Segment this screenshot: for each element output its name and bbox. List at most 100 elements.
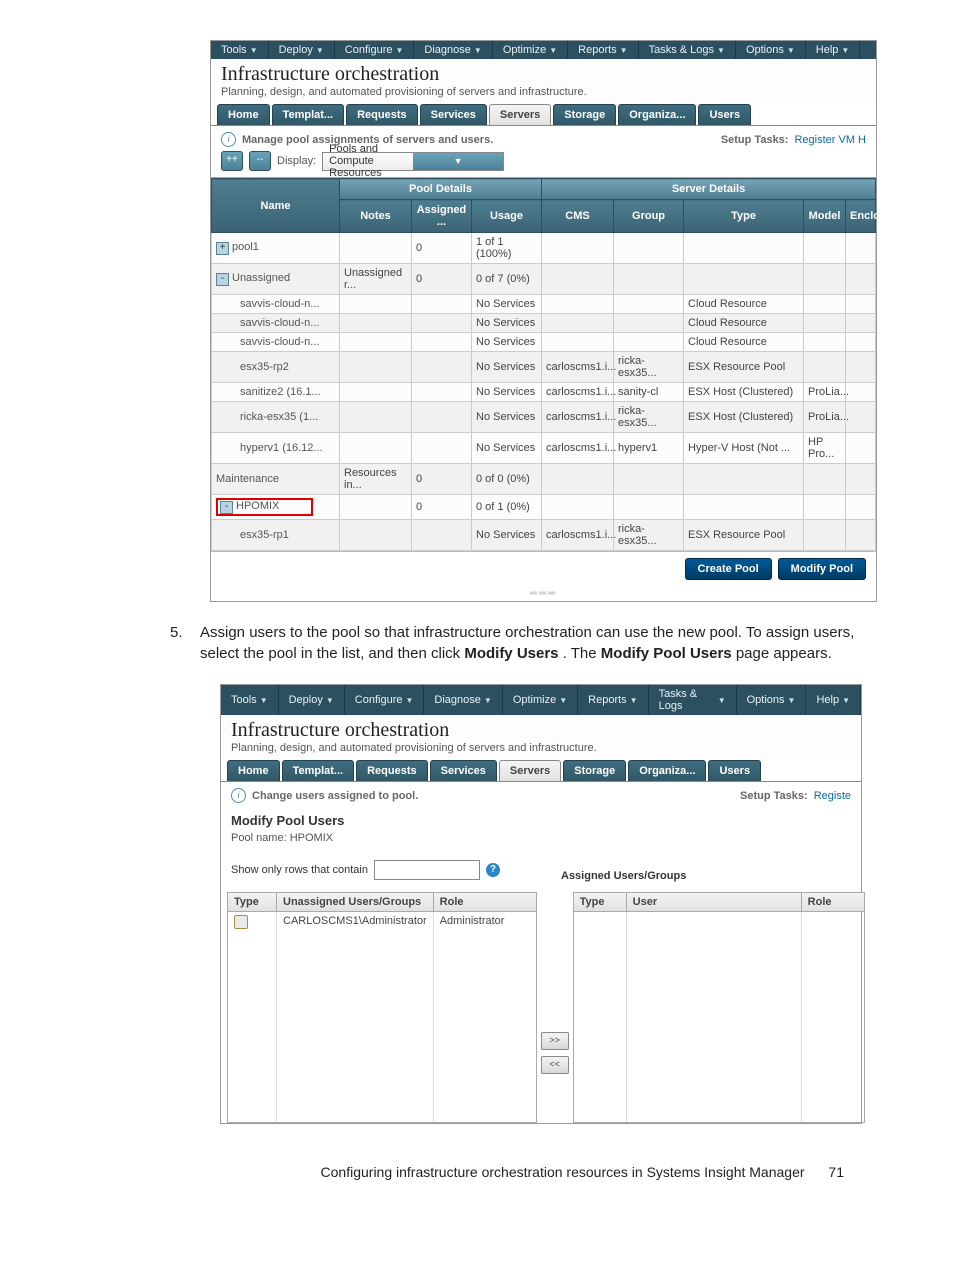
- tab-organiza[interactable]: Organiza...: [628, 760, 706, 781]
- col-type[interactable]: Type: [684, 200, 804, 233]
- page-subtitle: Planning, design, and automated provisio…: [221, 86, 866, 98]
- modify-pool-users-title: Modify Pool Users: [231, 811, 851, 830]
- table-row[interactable]: ricka-esx35 (1...No Servicescarloscms1.i…: [212, 402, 876, 433]
- dual-list: Type Unassigned Users/Groups Role CARLOS…: [221, 892, 861, 1123]
- chevron-down-icon: ▼: [413, 153, 503, 170]
- modify-pool-button[interactable]: Modify Pool: [778, 558, 866, 580]
- tab-templat[interactable]: Templat...: [282, 760, 355, 781]
- menu-diagnose[interactable]: Diagnose▼: [414, 41, 492, 59]
- register-vm-link[interactable]: Register VM H: [794, 134, 866, 146]
- menu-optimize[interactable]: Optimize▼: [493, 41, 568, 59]
- expand-all-button[interactable]: ++: [221, 151, 243, 171]
- tab-storage[interactable]: Storage: [553, 104, 616, 125]
- setup-label: Setup Tasks:: [740, 790, 808, 802]
- table-row[interactable]: -UnassignedUnassigned r...00 of 7 (0%): [212, 264, 876, 295]
- tab-users[interactable]: Users: [708, 760, 761, 781]
- tab-users[interactable]: Users: [698, 104, 751, 125]
- header: Infrastructure orchestration Planning, d…: [211, 59, 876, 104]
- page-title: Infrastructure orchestration: [221, 63, 866, 86]
- collapse-icon[interactable]: -: [220, 501, 233, 514]
- menu-configure[interactable]: Configure▼: [335, 41, 415, 59]
- table-row[interactable]: savvis-cloud-n...No ServicesCloud Resour…: [212, 314, 876, 333]
- table-row[interactable]: +pool101 of 1 (100%): [212, 233, 876, 264]
- menu-options[interactable]: Options▼: [736, 41, 806, 59]
- toolbar: ++ -- Display: Pools and Compute Resourc…: [211, 151, 876, 177]
- tab-services[interactable]: Services: [430, 760, 497, 781]
- tab-home[interactable]: Home: [217, 104, 270, 125]
- col-role[interactable]: Role: [434, 893, 536, 911]
- table-row[interactable]: esx35-rp2No Servicescarloscms1.i...ricka…: [212, 352, 876, 383]
- menu-reports[interactable]: Reports▼: [578, 685, 648, 715]
- table-row[interactable]: sanitize2 (16.1...No Servicescarloscms1.…: [212, 383, 876, 402]
- filter-input[interactable]: [374, 860, 480, 880]
- tab-servers[interactable]: Servers: [489, 104, 551, 125]
- col-role[interactable]: Role: [802, 893, 864, 911]
- menubar: Tools▼Deploy▼Configure▼Diagnose▼Optimize…: [221, 685, 861, 715]
- col-notes[interactable]: Notes: [340, 200, 412, 233]
- menu-optimize[interactable]: Optimize▼: [503, 685, 578, 715]
- menu-deploy[interactable]: Deploy▼: [279, 685, 345, 715]
- table-row[interactable]: -HPOMIX00 of 1 (0%): [212, 495, 876, 520]
- menubar: Tools▼Deploy▼Configure▼Diagnose▼Optimize…: [211, 41, 876, 59]
- move-left-button[interactable]: <<: [541, 1056, 569, 1074]
- table-row[interactable]: esx35-rp1No Servicescarloscms1.i...ricka…: [212, 520, 876, 551]
- info-bar: i Change users assigned to pool. Setup T…: [221, 782, 861, 807]
- col-unassigned[interactable]: Unassigned Users/Groups: [277, 893, 434, 911]
- info-message: Change users assigned to pool.: [252, 790, 740, 802]
- menu-options[interactable]: Options▼: [737, 685, 807, 715]
- collapse-icon[interactable]: -: [216, 273, 229, 286]
- col-cms[interactable]: CMS: [542, 200, 614, 233]
- tab-organiza[interactable]: Organiza...: [618, 104, 696, 125]
- col-assigned[interactable]: Assigned ...: [412, 200, 472, 233]
- table-row[interactable]: hyperv1 (16.12...No Servicescarloscms1.i…: [212, 433, 876, 464]
- unassigned-user-row[interactable]: CARLOSCMS1\Administrator: [277, 912, 434, 1122]
- info-icon: i: [231, 788, 246, 803]
- col-name[interactable]: Name: [212, 179, 340, 233]
- tab-requests[interactable]: Requests: [356, 760, 428, 781]
- menu-diagnose[interactable]: Diagnose▼: [424, 685, 502, 715]
- table-row[interactable]: savvis-cloud-n...No ServicesCloud Resour…: [212, 295, 876, 314]
- menu-tasks-logs[interactable]: Tasks & Logs▼: [649, 685, 737, 715]
- screenshot-manage-pools: Tools▼Deploy▼Configure▼Diagnose▼Optimize…: [210, 40, 877, 602]
- menu-deploy[interactable]: Deploy▼: [269, 41, 335, 59]
- table-row[interactable]: MaintenanceResources in...00 of 0 (0%): [212, 464, 876, 495]
- move-right-button[interactable]: >>: [541, 1032, 569, 1050]
- table-row[interactable]: savvis-cloud-n...No ServicesCloud Resour…: [212, 333, 876, 352]
- move-buttons: >> <<: [541, 892, 569, 1074]
- tab-storage[interactable]: Storage: [563, 760, 626, 781]
- expand-icon[interactable]: +: [216, 242, 229, 255]
- menu-tasks-logs[interactable]: Tasks & Logs▼: [639, 41, 736, 59]
- collapse-all-button[interactable]: --: [249, 151, 271, 171]
- assigned-users-title: Assigned Users/Groups: [561, 870, 851, 886]
- register-link[interactable]: Registe: [814, 790, 851, 802]
- info-message: Manage pool assignments of servers and u…: [242, 134, 721, 146]
- display-select[interactable]: Pools and Compute Resources ▼: [322, 152, 504, 171]
- tabs: HomeTemplat...RequestsServicesServersSto…: [211, 104, 876, 126]
- col-model[interactable]: Model: [804, 200, 846, 233]
- col-usage[interactable]: Usage: [472, 200, 542, 233]
- help-icon[interactable]: ?: [486, 863, 500, 877]
- tab-home[interactable]: Home: [227, 760, 280, 781]
- assigned-panel: Type User Role: [573, 892, 865, 1123]
- filter-label: Show only rows that contain: [231, 864, 368, 876]
- tab-requests[interactable]: Requests: [346, 104, 418, 125]
- col-type[interactable]: Type: [228, 893, 277, 911]
- create-pool-button[interactable]: Create Pool: [685, 558, 772, 580]
- menu-tools[interactable]: Tools▼: [221, 685, 279, 715]
- resize-grip-icon[interactable]: ═══: [211, 586, 876, 601]
- col-group[interactable]: Group: [614, 200, 684, 233]
- col-user[interactable]: User: [627, 893, 802, 911]
- page-number: 71: [828, 1164, 844, 1180]
- tab-services[interactable]: Services: [420, 104, 487, 125]
- menu-help[interactable]: Help▼: [806, 685, 861, 715]
- header: Infrastructure orchestration Planning, d…: [221, 715, 861, 760]
- menu-tools[interactable]: Tools▼: [211, 41, 269, 59]
- tab-templat[interactable]: Templat...: [272, 104, 345, 125]
- col-type[interactable]: Type: [574, 893, 627, 911]
- menu-help[interactable]: Help▼: [806, 41, 861, 59]
- page-title: Infrastructure orchestration: [231, 719, 851, 742]
- tab-servers[interactable]: Servers: [499, 760, 561, 781]
- menu-reports[interactable]: Reports▼: [568, 41, 638, 59]
- col-enclosure[interactable]: Enclosur: [846, 200, 876, 233]
- menu-configure[interactable]: Configure▼: [345, 685, 425, 715]
